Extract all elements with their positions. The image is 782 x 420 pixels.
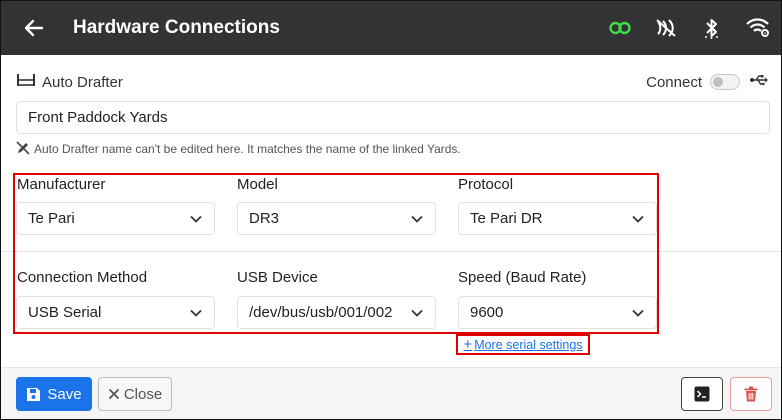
note-text: Auto Drafter name can't be edited here. … xyxy=(34,142,461,156)
save-icon xyxy=(27,387,41,401)
delete-button[interactable] xyxy=(730,377,772,411)
plus-icon: + xyxy=(463,336,473,353)
drafter-name-note: Auto Drafter name can't be edited here. … xyxy=(16,140,461,158)
connect-label: Connect xyxy=(646,73,702,91)
close-button[interactable]: Close xyxy=(98,377,172,411)
auto-drafter-label: Auto Drafter xyxy=(42,73,123,91)
link-icon[interactable] xyxy=(607,15,633,41)
bluetooth-icon[interactable] xyxy=(699,15,725,41)
header-status-icons xyxy=(587,1,771,55)
back-arrow-icon[interactable] xyxy=(19,13,49,43)
close-icon xyxy=(108,388,119,400)
nfc-off-icon[interactable] xyxy=(653,15,679,41)
hardware-connections-window: Hardware Connections Auto Drafter Connec… xyxy=(0,0,782,420)
usb-icon xyxy=(750,73,768,91)
toggle-knob xyxy=(713,77,723,87)
wifi-settings-icon[interactable] xyxy=(745,15,771,41)
app-header: Hardware Connections xyxy=(1,1,781,55)
drafter-name-field: Front Paddock Yards xyxy=(16,101,770,134)
trash-icon xyxy=(744,386,758,402)
connect-toggle[interactable] xyxy=(710,74,740,90)
more-serial-settings-link[interactable]: + More serial settings xyxy=(456,334,590,355)
terminal-button[interactable] xyxy=(681,377,723,411)
auto-drafter-icon xyxy=(16,73,36,92)
page-title: Hardware Connections xyxy=(73,17,280,38)
terminal-icon xyxy=(694,386,710,402)
more-serial-settings-label: More serial settings xyxy=(474,337,583,352)
auto-drafter-row: Auto Drafter Connect xyxy=(16,69,768,95)
footer-toolbar: Save Close xyxy=(1,367,781,419)
close-label: Close xyxy=(123,385,163,403)
highlight-box-fields xyxy=(13,173,659,334)
save-label: Save xyxy=(47,385,82,403)
connect-control: Connect xyxy=(646,69,768,95)
save-button[interactable]: Save xyxy=(16,377,92,411)
edit-off-icon xyxy=(16,140,30,158)
